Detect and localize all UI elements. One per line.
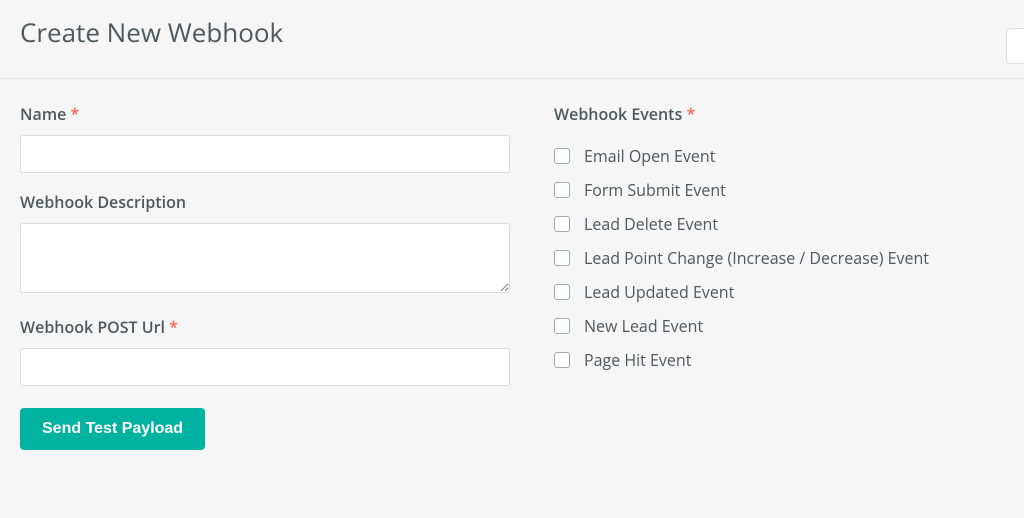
description-label: Webhook Description [20,191,510,213]
post-url-input[interactable] [20,348,510,386]
header-right-control[interactable] [1006,28,1024,64]
name-label: Name * [20,103,510,125]
send-test-payload-button[interactable]: Send Test Payload [20,408,205,450]
event-row[interactable]: Lead Updated Event [554,275,1004,309]
required-indicator: * [169,316,178,338]
name-input[interactable] [20,135,510,173]
events-label: Webhook Events * [554,103,1004,125]
name-group: Name * [20,103,510,173]
event-label: Lead Point Change (Increase / Decrease) … [584,247,929,269]
event-label: Lead Delete Event [584,213,718,235]
event-row[interactable]: Lead Delete Event [554,207,1004,241]
event-checkbox[interactable] [554,148,570,164]
post-url-label-text: Webhook POST Url [20,316,165,338]
event-checkbox[interactable] [554,182,570,198]
event-label: Lead Updated Event [584,281,734,303]
content: Name * Webhook Description Webhook POST … [0,79,1024,470]
required-indicator: * [686,103,695,125]
description-label-text: Webhook Description [20,191,186,213]
event-row[interactable]: Page Hit Event [554,343,1004,377]
page-header: Create New Webhook [0,0,1024,79]
events-label-text: Webhook Events [554,103,682,125]
event-row[interactable]: Form Submit Event [554,173,1004,207]
name-label-text: Name [20,103,66,125]
event-label: Page Hit Event [584,349,691,371]
event-label: Email Open Event [584,145,715,167]
form-column: Name * Webhook Description Webhook POST … [20,103,510,450]
events-list: Email Open Event Form Submit Event Lead De… [554,139,1004,377]
post-url-label: Webhook POST Url * [20,316,510,338]
required-indicator: * [70,103,79,125]
event-checkbox[interactable] [554,216,570,232]
description-textarea[interactable] [20,223,510,293]
event-checkbox[interactable] [554,318,570,334]
event-label: New Lead Event [584,315,703,337]
event-checkbox[interactable] [554,284,570,300]
event-checkbox[interactable] [554,352,570,368]
events-column: Webhook Events * Email Open Event Form Su… [554,103,1004,450]
page-title: Create New Webhook [20,14,1004,50]
description-group: Webhook Description [20,191,510,298]
event-row[interactable]: New Lead Event [554,309,1004,343]
event-checkbox[interactable] [554,250,570,266]
event-label: Form Submit Event [584,179,726,201]
event-row[interactable]: Email Open Event [554,139,1004,173]
post-url-group: Webhook POST Url * [20,316,510,386]
page: Create New Webhook Name * Webhook Descri… [0,0,1024,518]
event-row[interactable]: Lead Point Change (Increase / Decrease) … [554,241,1004,275]
